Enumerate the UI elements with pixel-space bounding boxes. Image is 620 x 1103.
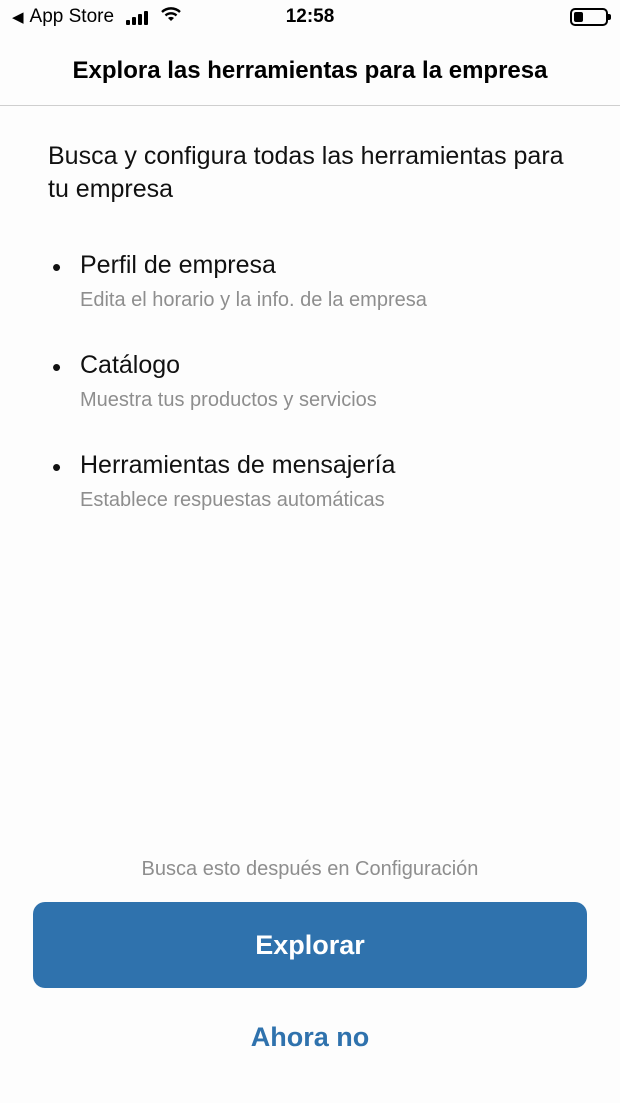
feature-title: Herramientas de mensajería: [80, 451, 396, 479]
page-title: Explora las herramientas para la empresa: [72, 56, 548, 84]
bullet-icon: •: [52, 452, 62, 482]
bullet-icon: •: [52, 352, 62, 382]
feature-title: Catálogo: [80, 351, 181, 379]
feature-description: Establece respuestas automáticas: [80, 489, 385, 511]
intro-text: Busca y configura todas las herramientas…: [48, 142, 564, 203]
feature-item-catalog: • Catálogo Muestra tus productos y servi…: [48, 348, 588, 448]
battery-icon: [570, 8, 611, 26]
feature-list: • Perfil de empresa Edita el horario y l…: [48, 248, 588, 548]
not-now-button[interactable]: Ahora no: [0, 1022, 620, 1053]
feature-item-business-profile: • Perfil de empresa Edita el horario y l…: [48, 248, 588, 348]
settings-hint: Busca esto después en Configuración: [141, 858, 479, 880]
status-time: 12:58: [285, 6, 335, 27]
explore-button[interactable]: Explorar: [33, 902, 587, 988]
business-tools-screen: ◀ App Store 12:58 Explora las herramient…: [0, 0, 620, 1103]
status-bar: ◀ App Store 12:58: [0, 0, 620, 36]
feature-description: Edita el horario y la info. de la empres…: [80, 289, 427, 311]
battery-level: [574, 12, 583, 22]
feature-title: Perfil de empresa: [80, 251, 276, 279]
feature-item-messaging-tools: • Herramientas de mensajería Establece r…: [48, 448, 588, 548]
bullet-icon: •: [52, 252, 62, 282]
nav-header: Explora las herramientas para la empresa: [0, 36, 620, 106]
feature-description: Muestra tus productos y servicios: [80, 389, 377, 411]
